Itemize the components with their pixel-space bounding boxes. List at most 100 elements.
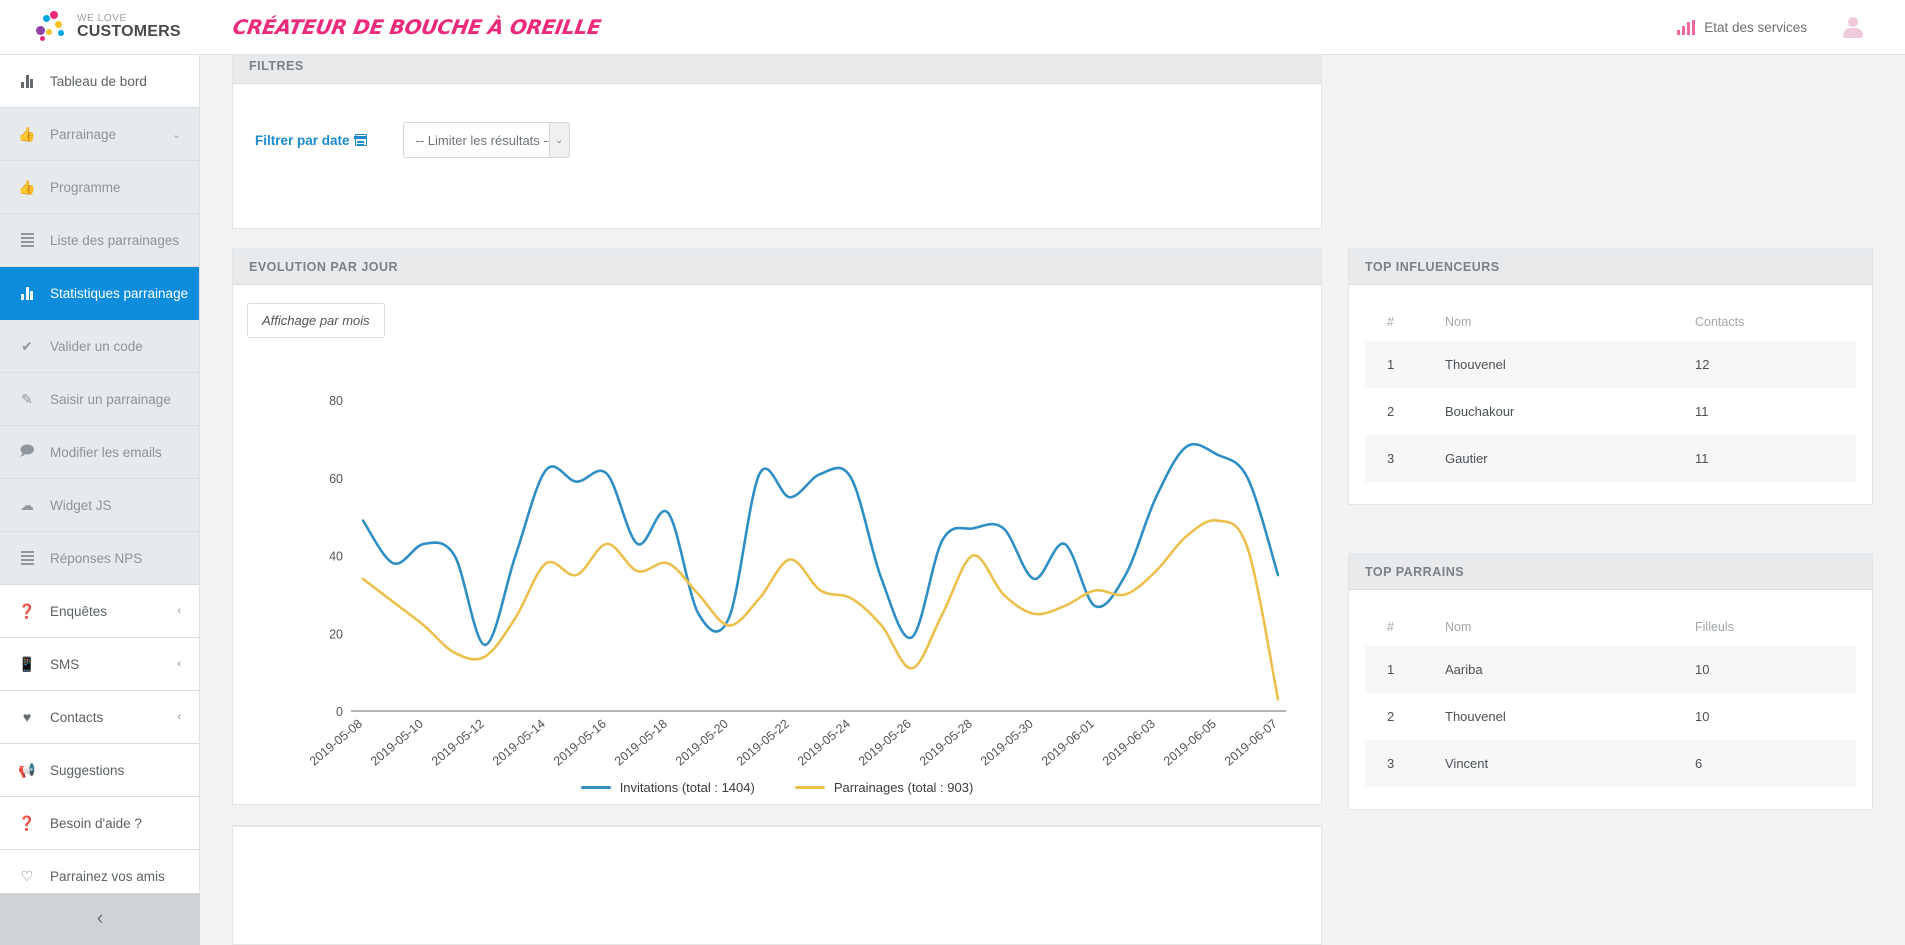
comment-icon: 🗩 xyxy=(19,442,35,458)
services-status-link[interactable]: Etat des services xyxy=(1677,19,1807,35)
sidebar-item-r-ponses-nps[interactable]: Réponses NPS xyxy=(0,532,199,585)
table-row[interactable]: 1 Aariba 10 xyxy=(1365,646,1856,693)
sidebar-item-programme[interactable]: 👍 Programme xyxy=(0,161,199,214)
legend-item-parrainages[interactable]: Parrainages (total : 903) xyxy=(794,780,974,795)
sidebar-item-widget-js[interactable]: ☁ Widget JS xyxy=(0,479,199,532)
cell-value: 10 xyxy=(1695,709,1710,724)
top-parrains-table-wrap: # Nom Filleuls 1 Aariba 10 2 Thouvenel 10 3 Vin… xyxy=(1349,590,1872,809)
table-row[interactable]: 1 Thouvenel 12 xyxy=(1365,341,1856,388)
filter-by-date-control[interactable]: Filtrer par date xyxy=(255,133,368,148)
sidebar-item-contacts[interactable]: ♥ Contacts ‹ xyxy=(0,691,199,744)
top-parrains-rows: 1 Aariba 10 2 Thouvenel 10 3 Vincent 6 xyxy=(1365,646,1856,787)
chevron-left-icon: ‹ xyxy=(177,658,181,670)
sidebar-item-statistiques-parrainage[interactable]: Statistiques parrainage xyxy=(0,267,199,320)
cloud-icon: ☁ xyxy=(20,496,34,513)
evolution-chart-title: EVOLUTION PAR JOUR xyxy=(233,250,1321,285)
chevron-left-icon: ‹ xyxy=(177,711,181,723)
legend-item-invitations[interactable]: Invitations (total : 1404) xyxy=(580,780,755,795)
sidebar-item-sms[interactable]: 📱 SMS ‹ xyxy=(0,638,199,691)
sidebar-item-label: Parrainage xyxy=(50,126,117,142)
sidebar-item-suggestions[interactable]: 📢 Suggestions xyxy=(0,744,199,797)
sidebar-item-label: Saisir un parrainage xyxy=(50,391,171,407)
x-axis-tick-label: 2019-05-28 xyxy=(917,717,975,769)
cell-rank: 3 xyxy=(1365,740,1445,787)
x-axis-tick-label: 2019-05-14 xyxy=(490,717,548,769)
main-content-area: FILTRES Filtrer par date -- Limiter les … xyxy=(200,55,1905,945)
user-avatar-icon[interactable] xyxy=(1841,15,1865,39)
col-name: Nom xyxy=(1445,620,1472,634)
cell-rank: 1 xyxy=(1365,646,1445,693)
list-icon xyxy=(16,551,38,565)
sidebar-item-besoin-d-aide[interactable]: ❓ Besoin d'aide ? xyxy=(0,797,199,850)
filters-panel-body: Filtrer par date -- Limiter les résultat… xyxy=(233,84,1321,158)
table-header-row: # Nom Filleuls xyxy=(1365,590,1856,646)
sidebar-item-valider-un-code[interactable]: ✔ Valider un code xyxy=(0,320,199,373)
cell-rank: 3 xyxy=(1365,435,1445,482)
cell-name: Vincent xyxy=(1445,740,1695,787)
evolution-chart-body: Affichage par mois 0 20 40 60 80 2019-05-08 20… xyxy=(233,285,1321,801)
chart-legend: Invitations (total : 1404) Parrainages (t… xyxy=(233,780,1321,795)
heart-icon: ♥ xyxy=(22,709,32,725)
legend-label: Parrainages (total : 903) xyxy=(833,780,974,795)
x-axis-tick-label: 2019-05-20 xyxy=(673,717,731,769)
sidebar-collapse-button[interactable]: ‹ xyxy=(0,893,200,945)
cell-name: Gautier xyxy=(1445,435,1695,482)
sidebar-item-list: Tableau de bord 👍 Parrainage ⌄ 👍 Programme Lis… xyxy=(0,55,199,903)
x-axis-tick-label: 2019-06-05 xyxy=(1161,717,1219,769)
x-axis-tick-label: 2019-05-12 xyxy=(429,717,487,769)
sidebar-item-label: Tableau de bord xyxy=(50,73,147,89)
table-row[interactable]: 2 Bouchakour 11 xyxy=(1365,388,1856,435)
heart-outline-icon: ♡ xyxy=(20,867,34,884)
top-influenceurs-table: # Nom Contacts 1 Thouvenel 12 2 Bouchakour 11… xyxy=(1365,285,1856,482)
cell-name: Bouchakour xyxy=(1445,404,1515,419)
chevron-left-icon: ‹ xyxy=(96,908,104,929)
sidebar-item-modifier-les-emails[interactable]: 🗩 Modifier les emails xyxy=(0,426,199,479)
sidebar-item-enqu-tes[interactable]: ❓ Enquêtes ‹ xyxy=(0,585,199,638)
sidebar-item-label: SMS xyxy=(50,656,80,672)
top-influenceurs-panel: TOP INFLUENCEURS # Nom Contacts 1 Thouven… xyxy=(1348,248,1873,505)
top-influenceurs-rows: 1 Thouvenel 12 2 Bouchakour 11 3 Gautier 11 xyxy=(1365,341,1856,482)
sidebar-item-label: Valider un code xyxy=(50,338,143,354)
signal-bars-icon xyxy=(1677,19,1696,35)
sidebar-item-saisir-un-parrainage[interactable]: ✎ Saisir un parrainage xyxy=(0,373,199,426)
top-parrains-title: TOP PARRAINS xyxy=(1349,555,1872,590)
header-right-controls: Etat des services xyxy=(1677,15,1865,39)
table-row[interactable]: 3 Vincent 6 xyxy=(1365,740,1856,787)
top-influenceurs-title: TOP INFLUENCEURS xyxy=(1349,250,1872,285)
brand-logo[interactable]: WE LOVE CUSTOMERS xyxy=(34,10,209,44)
y-axis-tick-label: 80 xyxy=(329,394,343,408)
x-axis-tick-label: 2019-05-24 xyxy=(795,717,853,769)
table-header-row: # Nom Contacts xyxy=(1365,285,1856,341)
table-row[interactable]: 3 Gautier 11 xyxy=(1365,435,1856,482)
line-chart-canvas: 0204060802019-05-08 2019-05-10 2019-05-12 2… xyxy=(307,394,1286,769)
question-circle-icon: ❓ xyxy=(18,602,36,619)
y-axis-tick-label: 40 xyxy=(329,550,343,564)
sidebar-item-label: Réponses NPS xyxy=(50,550,143,566)
bar-chart-icon xyxy=(16,74,38,88)
y-axis-tick-label: 0 xyxy=(336,705,343,719)
sidebar-item-label: Statistiques parrainage xyxy=(50,285,189,301)
sidebar-navigation: Tableau de bord 👍 Parrainage ⌄ 👍 Programme Lis… xyxy=(0,55,200,945)
monthly-view-toggle-button[interactable]: Affichage par mois xyxy=(247,303,385,338)
sidebar-item-label: Besoin d'aide ? xyxy=(50,815,142,831)
series-line-invitations xyxy=(361,442,1280,647)
table-row[interactable]: 2 Thouvenel 10 xyxy=(1365,693,1856,740)
sidebar-item-label: Enquêtes xyxy=(50,603,108,619)
calendar-icon xyxy=(353,134,368,146)
evolution-chart-panel: EVOLUTION PAR JOUR Affichage par mois 0 2… xyxy=(232,248,1322,805)
sidebar-item-label: Modifier les emails xyxy=(50,444,162,460)
legend-label: Invitations (total : 1404) xyxy=(619,780,755,795)
pencil-icon: ✎ xyxy=(21,390,33,407)
sidebar-item-label: Liste des parrainages xyxy=(50,232,180,248)
sidebar-item-label: Contacts xyxy=(50,709,104,725)
sidebar-item-label: Programme xyxy=(50,179,121,195)
limit-results-select[interactable]: -- Limiter les résultats -- ⌄ xyxy=(402,122,570,158)
sidebar-item-parrainage[interactable]: 👍 Parrainage ⌄ xyxy=(0,108,199,161)
sidebar-item-tableau-de-bord[interactable]: Tableau de bord xyxy=(0,55,199,108)
col-rank: # xyxy=(1387,620,1394,634)
evolution-line-chart[interactable]: 0 20 40 60 80 2019-05-08 2019-05-10 2019-05-12 2… xyxy=(233,351,1323,801)
cell-value: 10 xyxy=(1695,646,1856,693)
top-influenceurs-table-wrap: # Nom Contacts 1 Thouvenel 12 2 Bouchakour 11… xyxy=(1349,285,1872,504)
sidebar-item-liste-des-parrainages[interactable]: Liste des parrainages xyxy=(0,214,199,267)
sidebar-item-label: Suggestions xyxy=(50,762,125,778)
